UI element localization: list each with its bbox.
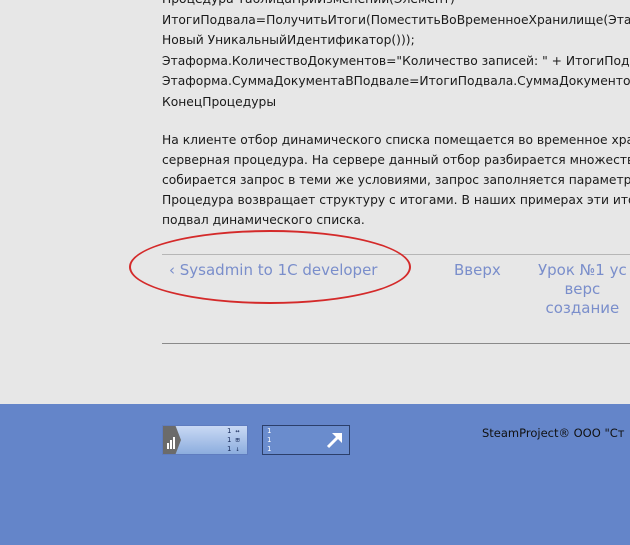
next-link-line: создание xyxy=(545,299,620,317)
counter-value: 1 ↔ xyxy=(227,427,240,435)
copyright-text: SteamProject® ООО "Ст xyxy=(482,426,625,440)
next-page-link[interactable]: Урок №1 ус верс создание xyxy=(538,261,627,318)
divider xyxy=(162,343,630,344)
code-line: Этаформа.СуммаДокументаВПодвале=ИтогиПод… xyxy=(162,74,630,88)
counter-value: 1 xyxy=(267,427,272,435)
bar-chart-icon xyxy=(163,426,181,454)
paragraph-line: На клиенте отбор динамического списка по… xyxy=(162,133,630,147)
code-line: Новый УникальныйИдентификатор())); xyxy=(162,33,415,47)
paragraph-line: подвал динамического списка. xyxy=(162,213,365,227)
counter-digits: 1 ↔ 1 ⊞ 1 ↓ xyxy=(227,427,241,454)
code-line: Процедура ТаблицаПриИзменении(Элемент) xyxy=(162,0,630,10)
up-link[interactable]: Вверх xyxy=(454,261,501,279)
visit-counter-badge[interactable]: 1 ↔ 1 ⊞ 1 ↓ xyxy=(162,425,248,455)
counter-value: 1 ↓ xyxy=(227,445,240,453)
next-link-line: Урок №1 ус xyxy=(538,261,627,279)
article-paragraph: На клиенте отбор динамического списка по… xyxy=(162,130,630,230)
code-line: Этаформа.КоличествоДокументов="Количеств… xyxy=(162,53,630,68)
article-content: Процедура ТаблицаПриИзменении(Элемент) И… xyxy=(162,0,630,344)
arrow-up-right-icon xyxy=(325,430,345,454)
counter-value: 1 xyxy=(267,436,272,444)
counter-value: 1 xyxy=(267,445,272,453)
code-block: Процедура ТаблицаПриИзменении(Элемент) И… xyxy=(162,0,630,112)
paragraph-line: серверная процедура. На сервере данный о… xyxy=(162,153,630,167)
counter-value: 1 ⊞ xyxy=(227,436,240,444)
code-line: КонецПроцедуры xyxy=(162,94,277,109)
next-link-line: верс xyxy=(564,280,601,298)
highlight-ellipse xyxy=(129,230,411,304)
counter-digits: 1 1 1 xyxy=(267,427,271,454)
page-footer: 1 ↔ 1 ⊞ 1 ↓ 1 1 1 SteamProject® ООО "Ст xyxy=(0,404,630,545)
paragraph-line: Процедура возвращает структуру с итогами… xyxy=(162,193,630,207)
liveinternet-counter-badge[interactable]: 1 1 1 xyxy=(262,425,350,455)
paragraph-line: собирается запрос в теми же условиями, з… xyxy=(162,173,630,187)
code-line: ИтогиПодвала=ПолучитьИтоги(ПоместитьВоВр… xyxy=(162,12,630,27)
